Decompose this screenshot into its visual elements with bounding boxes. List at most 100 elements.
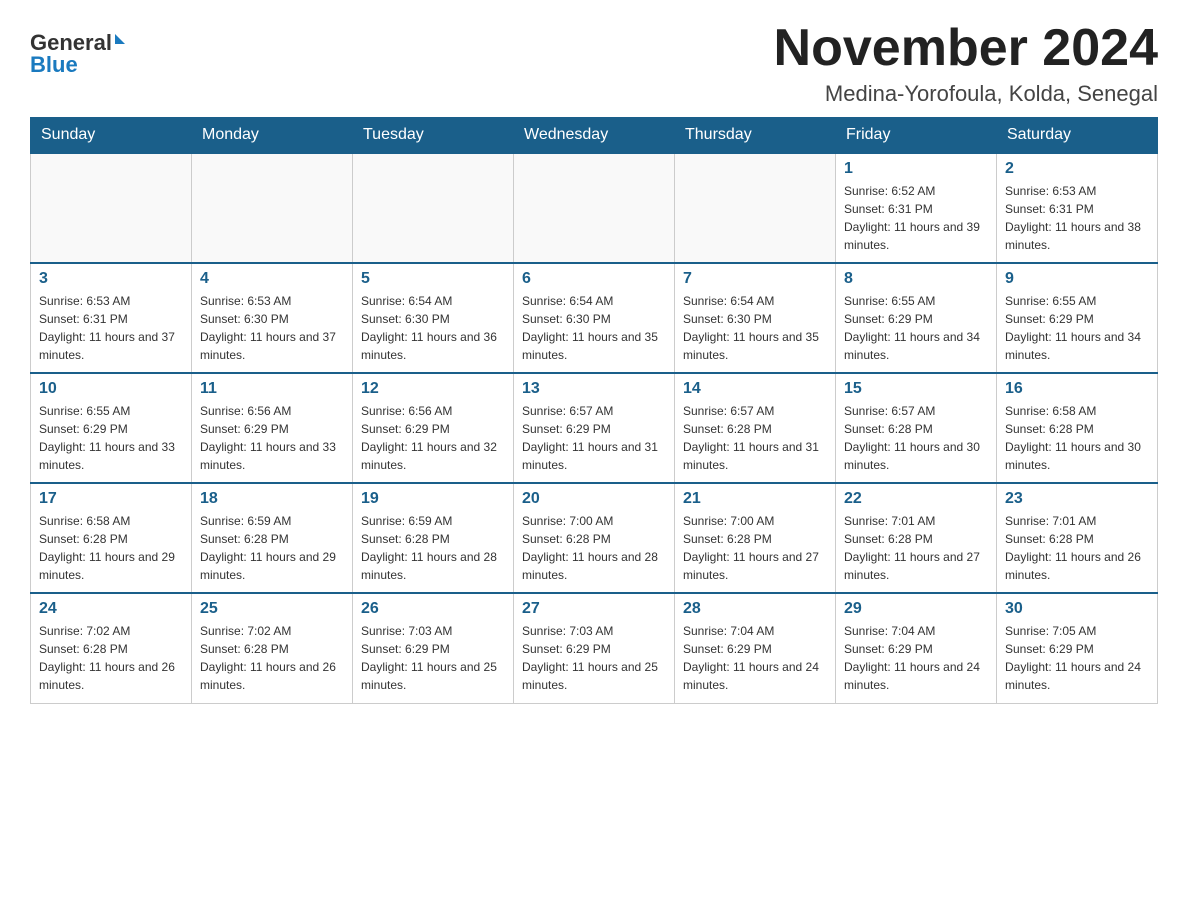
day-number: 12 [361,380,505,398]
day-number: 11 [200,380,344,398]
calendar-cell: 27 Sunrise: 7:03 AM Sunset: 6:29 PM Dayli… [514,593,675,703]
calendar-cell: 9 Sunrise: 6:55 AM Sunset: 6:29 PM Daylig… [997,263,1158,373]
calendar-cell: 23 Sunrise: 7:01 AM Sunset: 6:28 PM Dayli… [997,483,1158,593]
day-number: 6 [522,270,666,288]
calendar-cell: 5 Sunrise: 6:54 AM Sunset: 6:30 PM Daylig… [353,263,514,373]
day-number: 10 [39,380,183,398]
day-info: Sunrise: 6:53 AM Sunset: 6:30 PM Dayligh… [200,292,344,364]
page-header: General Blue November 2024 Medina-Yorofo… [30,20,1158,107]
day-info: Sunrise: 7:01 AM Sunset: 6:28 PM Dayligh… [1005,512,1149,584]
calendar-cell: 3Sunrise: 6:53 AM Sunset: 6:31 PM Daylig… [31,263,192,373]
day-number: 9 [1005,270,1149,288]
day-info: Sunrise: 7:03 AM Sunset: 6:29 PM Dayligh… [361,622,505,694]
day-number: 26 [361,600,505,618]
calendar-week-row-4: 17 Sunrise: 6:58 AM Sunset: 6:28 PM Dayli… [31,483,1158,593]
calendar-week-row-1: 1Sunrise: 6:52 AM Sunset: 6:31 PM Daylig… [31,153,1158,263]
day-info: Sunrise: 7:02 AM Sunset: 6:28 PM Dayligh… [39,622,183,694]
day-info: Sunrise: 6:53 AM Sunset: 6:31 PM Dayligh… [1005,182,1149,254]
title-block: November 2024 Medina-Yorofoula, Kolda, S… [774,20,1158,107]
day-info: Sunrise: 6:54 AM Sunset: 6:30 PM Dayligh… [522,292,666,364]
calendar-cell: 20 Sunrise: 7:00 AM Sunset: 6:28 PM Dayli… [514,483,675,593]
calendar-cell [353,153,514,263]
calendar-cell: 8 Sunrise: 6:55 AM Sunset: 6:29 PM Daylig… [836,263,997,373]
day-number: 22 [844,490,988,508]
day-number: 7 [683,270,827,288]
calendar-cell: 29 Sunrise: 7:04 AM Sunset: 6:29 PM Dayli… [836,593,997,703]
calendar-header-friday: Friday [836,118,997,154]
day-info: Sunrise: 7:03 AM Sunset: 6:29 PM Dayligh… [522,622,666,694]
calendar-header-saturday: Saturday [997,118,1158,154]
day-number: 2 [1005,160,1149,178]
day-info: Sunrise: 6:54 AM Sunset: 6:30 PM Dayligh… [683,292,827,364]
day-number: 3 [39,270,183,288]
calendar-cell: 7 Sunrise: 6:54 AM Sunset: 6:30 PM Daylig… [675,263,836,373]
day-number: 28 [683,600,827,618]
calendar-cell [514,153,675,263]
day-info: Sunrise: 7:04 AM Sunset: 6:29 PM Dayligh… [844,622,988,694]
calendar-header-monday: Monday [192,118,353,154]
location-subtitle: Medina-Yorofoula, Kolda, Senegal [774,81,1158,107]
day-info: Sunrise: 6:58 AM Sunset: 6:28 PM Dayligh… [1005,402,1149,474]
day-number: 24 [39,600,183,618]
calendar-week-row-5: 24 Sunrise: 7:02 AM Sunset: 6:28 PM Dayli… [31,593,1158,703]
calendar-cell [192,153,353,263]
day-number: 27 [522,600,666,618]
calendar-cell [675,153,836,263]
day-info: Sunrise: 6:55 AM Sunset: 6:29 PM Dayligh… [39,402,183,474]
calendar-cell: 15Sunrise: 6:57 AM Sunset: 6:28 PM Dayli… [836,373,997,483]
logo: General Blue [30,20,125,78]
day-info: Sunrise: 6:56 AM Sunset: 6:29 PM Dayligh… [361,402,505,474]
calendar-cell: 6 Sunrise: 6:54 AM Sunset: 6:30 PM Daylig… [514,263,675,373]
day-info: Sunrise: 6:52 AM Sunset: 6:31 PM Dayligh… [844,182,988,254]
day-info: Sunrise: 7:00 AM Sunset: 6:28 PM Dayligh… [683,512,827,584]
calendar-week-row-3: 10 Sunrise: 6:55 AM Sunset: 6:29 PM Dayli… [31,373,1158,483]
calendar-cell: 2 Sunrise: 6:53 AM Sunset: 6:31 PM Daylig… [997,153,1158,263]
day-number: 18 [200,490,344,508]
calendar-cell: 1Sunrise: 6:52 AM Sunset: 6:31 PM Daylig… [836,153,997,263]
day-number: 21 [683,490,827,508]
calendar-table: SundayMondayTuesdayWednesdayThursdayFrid… [30,117,1158,704]
day-number: 20 [522,490,666,508]
calendar-cell: 14 Sunrise: 6:57 AM Sunset: 6:28 PM Dayli… [675,373,836,483]
day-info: Sunrise: 7:02 AM Sunset: 6:28 PM Dayligh… [200,622,344,694]
calendar-header-tuesday: Tuesday [353,118,514,154]
day-number: 23 [1005,490,1149,508]
day-number: 17 [39,490,183,508]
calendar-cell: 26 Sunrise: 7:03 AM Sunset: 6:29 PM Dayli… [353,593,514,703]
day-number: 8 [844,270,988,288]
calendar-cell: 4Sunrise: 6:53 AM Sunset: 6:30 PM Daylig… [192,263,353,373]
day-info: Sunrise: 7:04 AM Sunset: 6:29 PM Dayligh… [683,622,827,694]
day-info: Sunrise: 6:54 AM Sunset: 6:30 PM Dayligh… [361,292,505,364]
day-info: Sunrise: 7:01 AM Sunset: 6:28 PM Dayligh… [844,512,988,584]
calendar-cell: 25 Sunrise: 7:02 AM Sunset: 6:28 PM Dayli… [192,593,353,703]
day-number: 29 [844,600,988,618]
day-number: 5 [361,270,505,288]
day-info: Sunrise: 6:56 AM Sunset: 6:29 PM Dayligh… [200,402,344,474]
day-info: Sunrise: 6:58 AM Sunset: 6:28 PM Dayligh… [39,512,183,584]
calendar-cell [31,153,192,263]
day-info: Sunrise: 7:05 AM Sunset: 6:29 PM Dayligh… [1005,622,1149,694]
calendar-cell: 11 Sunrise: 6:56 AM Sunset: 6:29 PM Dayli… [192,373,353,483]
day-info: Sunrise: 6:57 AM Sunset: 6:29 PM Dayligh… [522,402,666,474]
calendar-cell: 18 Sunrise: 6:59 AM Sunset: 6:28 PM Dayli… [192,483,353,593]
day-number: 30 [1005,600,1149,618]
day-info: Sunrise: 6:55 AM Sunset: 6:29 PM Dayligh… [1005,292,1149,364]
calendar-cell: 17 Sunrise: 6:58 AM Sunset: 6:28 PM Dayli… [31,483,192,593]
day-info: Sunrise: 6:59 AM Sunset: 6:28 PM Dayligh… [200,512,344,584]
day-number: 13 [522,380,666,398]
calendar-header-sunday: Sunday [31,118,192,154]
calendar-week-row-2: 3Sunrise: 6:53 AM Sunset: 6:31 PM Daylig… [31,263,1158,373]
day-number: 14 [683,380,827,398]
calendar-cell: 12 Sunrise: 6:56 AM Sunset: 6:29 PM Dayli… [353,373,514,483]
calendar-cell: 22 Sunrise: 7:01 AM Sunset: 6:28 PM Dayli… [836,483,997,593]
day-number: 25 [200,600,344,618]
calendar-header-row: SundayMondayTuesdayWednesdayThursdayFrid… [31,118,1158,154]
day-info: Sunrise: 7:00 AM Sunset: 6:28 PM Dayligh… [522,512,666,584]
day-info: Sunrise: 6:55 AM Sunset: 6:29 PM Dayligh… [844,292,988,364]
calendar-header-wednesday: Wednesday [514,118,675,154]
day-number: 15 [844,380,988,398]
day-info: Sunrise: 6:57 AM Sunset: 6:28 PM Dayligh… [683,402,827,474]
logo-arrow-icon [115,34,125,44]
calendar-cell: 21 Sunrise: 7:00 AM Sunset: 6:28 PM Dayli… [675,483,836,593]
calendar-cell: 28 Sunrise: 7:04 AM Sunset: 6:29 PM Dayli… [675,593,836,703]
